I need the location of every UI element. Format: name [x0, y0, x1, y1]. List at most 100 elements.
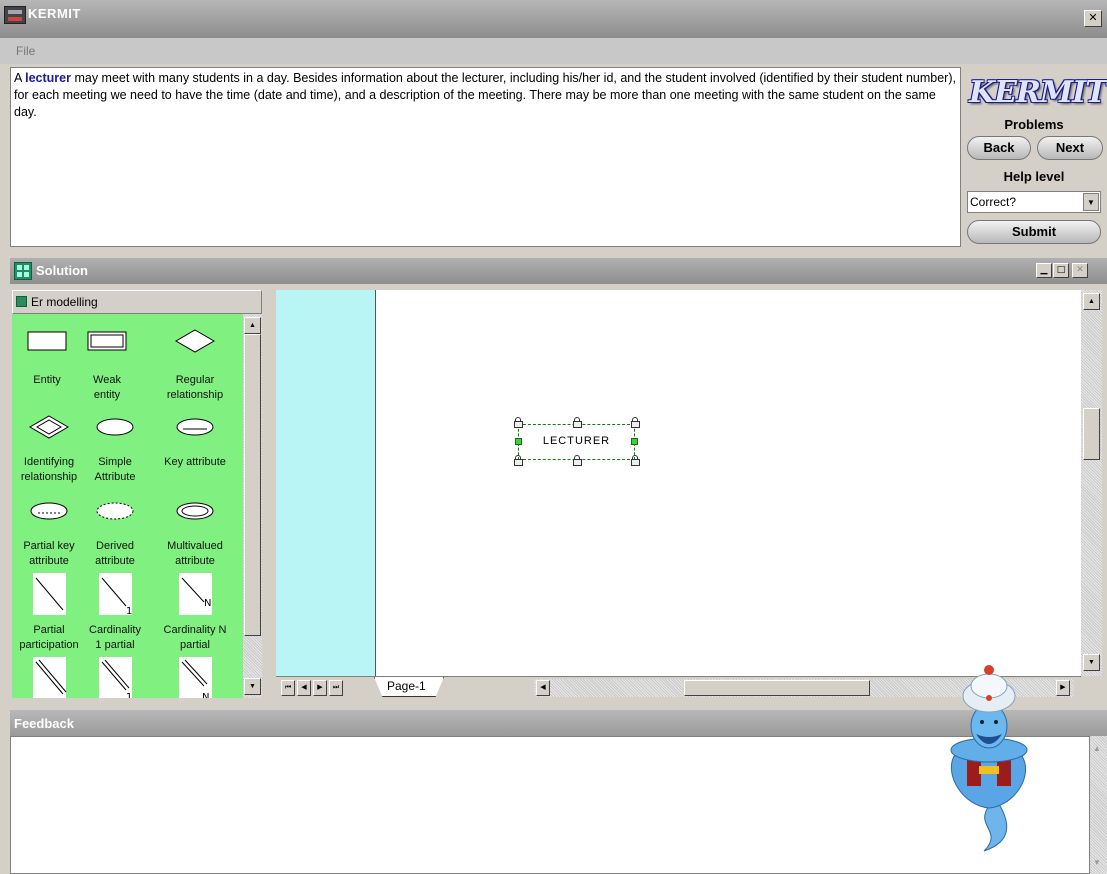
shape-stencil: Entity Weak entity Regular relationship …: [12, 314, 243, 698]
kermit-logo: KERMIT: [969, 75, 1107, 110]
shape-label: Simple Attribute: [94, 456, 136, 483]
problem-text: may meet with many students in a day. Be…: [14, 71, 956, 119]
window-title: KERMIT: [28, 6, 81, 21]
shape-label: Derived attribute: [95, 540, 135, 567]
app-icon: [4, 6, 26, 24]
scroll-thumb[interactable]: [684, 680, 870, 696]
entity-icon: [27, 331, 67, 351]
stencil-icon: [16, 296, 27, 307]
resize-handle[interactable]: [515, 438, 522, 445]
solution-titlebar: Solution ▁ □ ✕: [10, 258, 1107, 284]
cardinality-n-partial-icon: N: [179, 573, 212, 615]
shape-label: Cardinality 1 partial: [89, 624, 141, 651]
shape-label: Weak entity: [93, 374, 121, 401]
shape-partial-participation[interactable]: Partial participation: [16, 572, 82, 653]
entity-label: LECTURER: [542, 435, 611, 447]
shape-label: Regular relationship: [166, 374, 224, 401]
entity-lecturer[interactable]: LECTURER: [514, 417, 640, 466]
next-page-icon[interactable]: ▶: [313, 680, 327, 696]
scroll-thumb[interactable]: [244, 334, 261, 636]
svg-text:N: N: [202, 692, 209, 698]
maximize-icon[interactable]: □: [1053, 263, 1069, 278]
genie-mascot: [950, 665, 1028, 852]
lock-icon: [631, 455, 640, 466]
last-page-icon[interactable]: ⏭: [329, 680, 343, 696]
lock-icon: [573, 455, 582, 466]
shape-weak-entity[interactable]: Weak entity: [78, 328, 136, 403]
stencil-scrollbar[interactable]: ▲ ▼: [243, 314, 262, 698]
shape-derived-attribute[interactable]: Derived attribute: [86, 498, 144, 569]
feedback-title: Feedback: [14, 716, 74, 731]
solution-title: Solution: [36, 263, 88, 278]
problem-highlight[interactable]: lecturer: [25, 71, 71, 85]
feedback-scrollbar[interactable]: ▲ ▼: [1090, 736, 1107, 874]
cardinality-n-total-icon: N: [179, 657, 212, 698]
svg-text:1: 1: [126, 692, 132, 698]
resize-handle[interactable]: [631, 438, 638, 445]
feedback-pane: [10, 736, 1090, 874]
close-icon[interactable]: ✕: [1084, 10, 1102, 27]
scroll-down-icon[interactable]: ▼: [1083, 654, 1100, 671]
shape-entity[interactable]: Entity: [14, 328, 80, 388]
shape-total-participation[interactable]: [16, 656, 82, 698]
shape-cardinality-n-partial[interactable]: N Cardinality N partial: [162, 572, 228, 653]
chevron-down-icon[interactable]: ▼: [1083, 193, 1099, 211]
shape-label: Multivalued attribute: [167, 540, 223, 567]
lock-icon: [631, 417, 640, 428]
shape-label: Cardinality N partial: [163, 624, 227, 651]
stencil-header[interactable]: Er modelling: [12, 290, 262, 314]
first-page-icon[interactable]: ⏮: [281, 680, 295, 696]
problem-statement: A lecturer may meet with many students i…: [10, 67, 961, 247]
derived-attribute-icon: [96, 502, 134, 520]
scroll-up-icon[interactable]: ▲: [1093, 744, 1101, 753]
scroll-up-icon[interactable]: ▲: [1083, 293, 1100, 310]
canvas-margin: [276, 290, 376, 676]
shape-identifying-relationship[interactable]: Identifying relationship: [16, 414, 82, 485]
lock-icon: [514, 417, 523, 428]
help-level-value: Correct?: [970, 195, 1017, 209]
scroll-right-icon[interactable]: ▶: [1056, 680, 1070, 696]
menu-file[interactable]: File: [16, 44, 35, 58]
scroll-left-icon[interactable]: ◀: [536, 680, 550, 696]
relationship-icon: [175, 329, 215, 353]
help-level-label: Help level: [1003, 169, 1065, 184]
shape-multivalued-attribute[interactable]: Multivalued attribute: [162, 498, 228, 569]
solution-icon: [14, 262, 32, 280]
prev-page-icon[interactable]: ◀: [297, 680, 311, 696]
back-button[interactable]: Back: [967, 136, 1031, 160]
cardinality-1-total-icon: 1: [99, 657, 132, 698]
lock-icon: [514, 455, 523, 466]
scroll-up-icon[interactable]: ▲: [244, 317, 261, 334]
shape-label: Entity: [33, 374, 61, 386]
close-icon[interactable]: ✕: [1072, 263, 1088, 278]
next-button[interactable]: Next: [1037, 136, 1103, 160]
shape-cardinality-n-total[interactable]: N: [162, 656, 228, 698]
submit-button[interactable]: Submit: [967, 220, 1101, 244]
problems-label: Problems: [1004, 117, 1064, 132]
shape-regular-relationship[interactable]: Regular relationship: [162, 328, 228, 403]
key-attribute-icon: [176, 418, 214, 436]
shape-cardinality-1-total[interactable]: 1: [86, 656, 144, 698]
diagram-canvas[interactable]: [376, 290, 1081, 676]
tab-page-1[interactable]: Page-1: [374, 677, 444, 697]
help-level-select[interactable]: Correct? ▼: [967, 191, 1101, 213]
control-panel: KERMIT Problems Back Next Help level Cor…: [961, 67, 1107, 247]
shape-simple-attribute[interactable]: Simple Attribute: [86, 414, 144, 485]
svg-text:1: 1: [126, 606, 132, 617]
shape-label: Partial participation: [19, 624, 79, 651]
scroll-down-icon[interactable]: ▼: [244, 678, 261, 695]
window-titlebar: KERMIT ✕: [0, 0, 1107, 38]
shape-partial-key-attribute[interactable]: Partial key attribute: [16, 498, 82, 569]
shape-cardinality-1-partial[interactable]: 1 Cardinality 1 partial: [86, 572, 144, 653]
problem-prefix: A: [14, 71, 26, 85]
canvas-vscrollbar[interactable]: ▲ ▼: [1081, 290, 1102, 676]
minimize-icon[interactable]: ▁: [1036, 263, 1052, 278]
scroll-thumb[interactable]: [1083, 408, 1100, 460]
scroll-down-icon[interactable]: ▼: [1093, 858, 1101, 867]
total-participation-icon: [33, 657, 67, 698]
partial-participation-icon: [33, 573, 66, 615]
shape-label: Partial key attribute: [23, 540, 75, 567]
multivalued-attribute-icon: [176, 502, 214, 520]
shape-key-attribute[interactable]: Key attribute: [162, 414, 228, 470]
weak-entity-icon: [87, 331, 127, 351]
